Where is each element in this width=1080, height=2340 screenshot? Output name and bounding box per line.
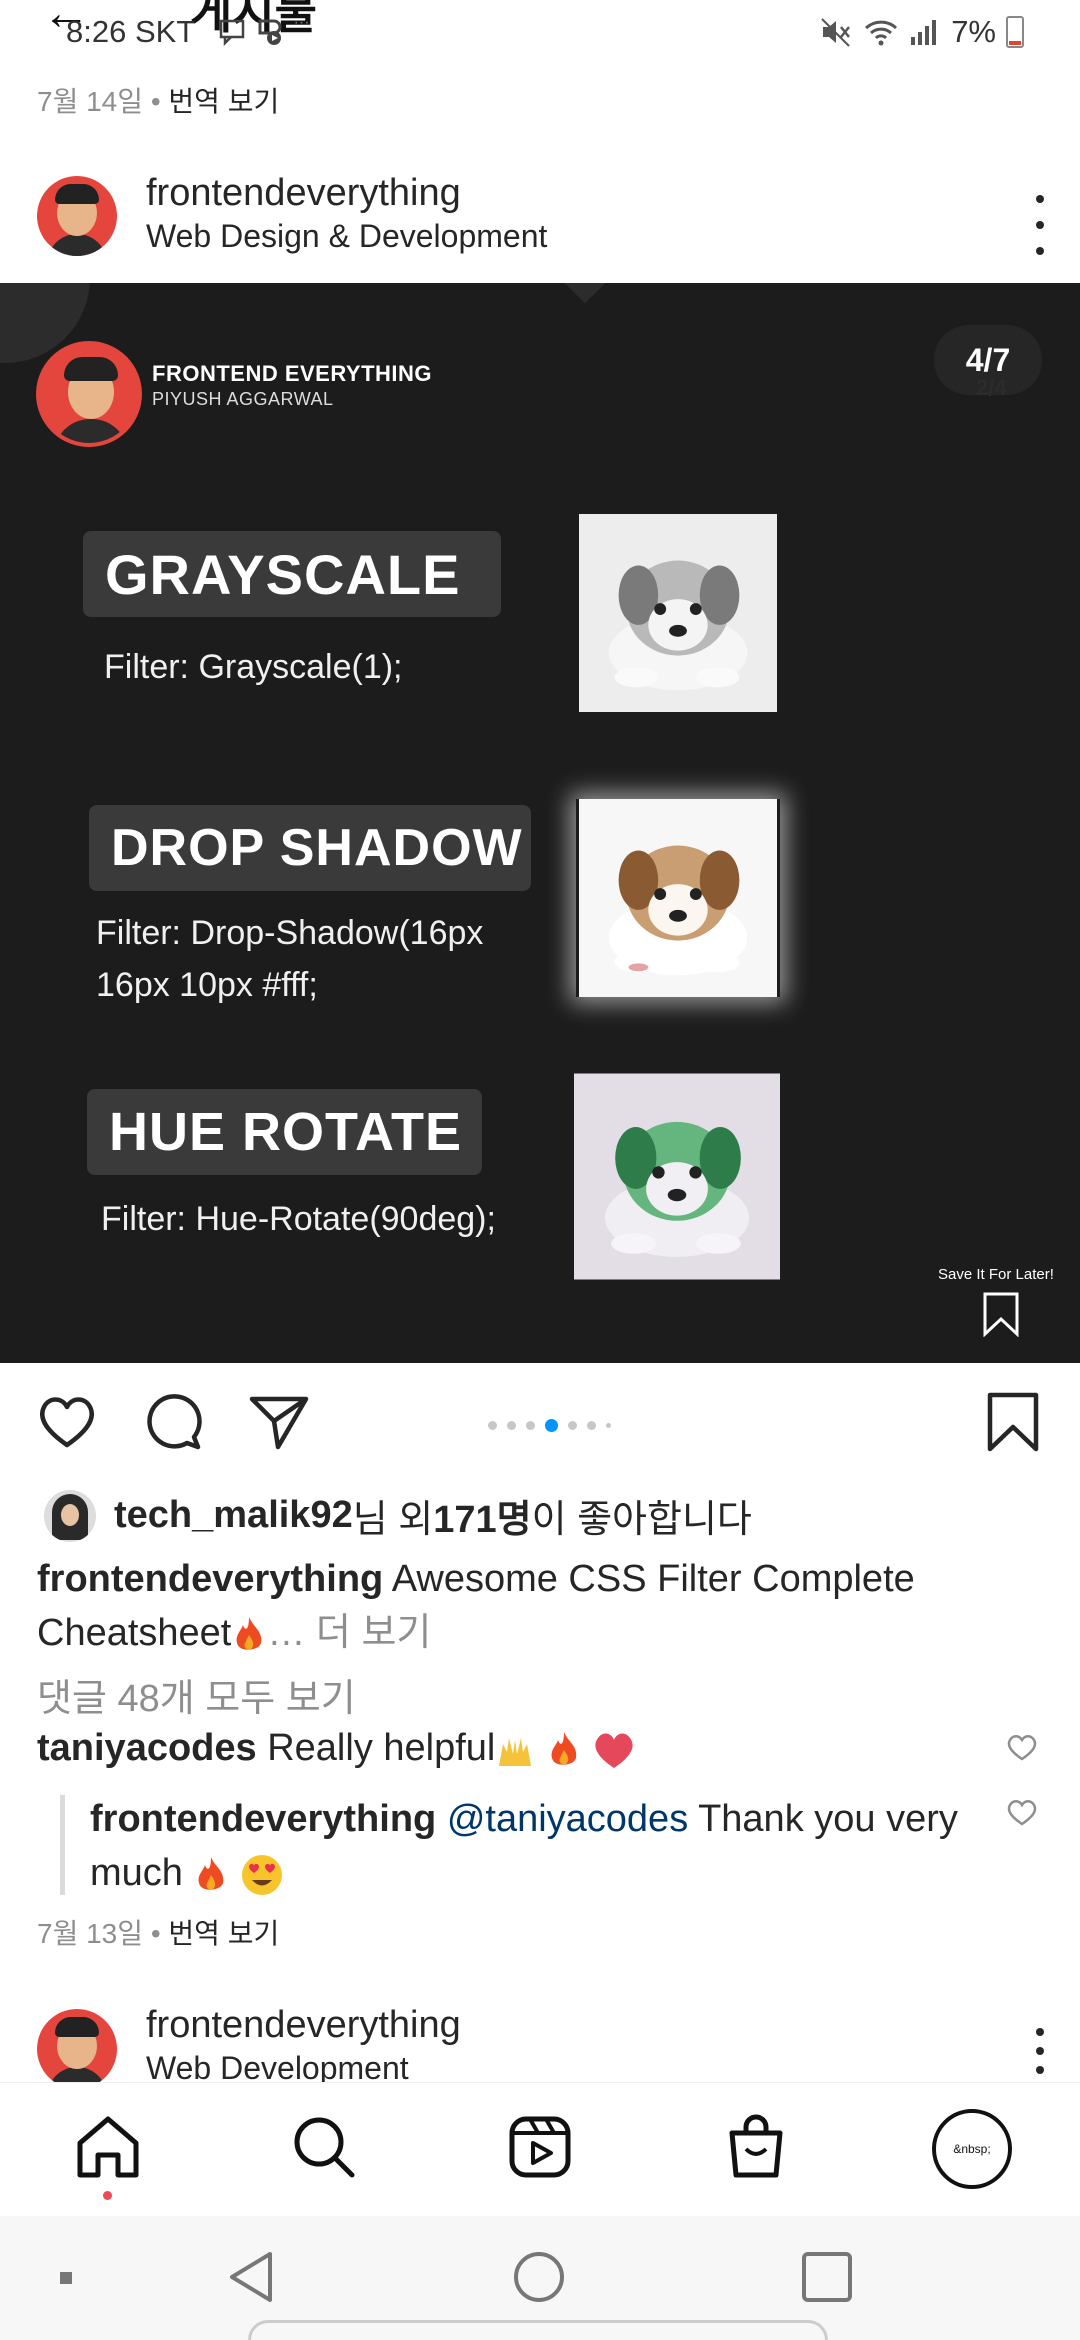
bottom-navigation: &nbsp; (0, 2082, 1080, 2216)
drop-shadow-desc-line2: 16px 10px #fff; (96, 966, 318, 1004)
back-icon[interactable] (226, 2250, 276, 2304)
battery-percent: 7% (951, 14, 996, 49)
raised-hands-emoji-icon (499, 1737, 532, 1766)
signal-icon (911, 20, 937, 45)
post-caption: frontendeverything Awesome CSS Filter Co… (37, 1552, 1037, 1660)
bookmark-icon (983, 1292, 1019, 1337)
avatar[interactable] (37, 2009, 117, 2082)
likes-summary[interactable]: tech_malik92 님 외 171명 이 좋아합니다 (44, 1488, 752, 1543)
reply-thread-line (60, 1795, 65, 1895)
battery-icon (1006, 16, 1024, 48)
post-username[interactable]: frontendeverything (146, 172, 461, 215)
gesture-handle (248, 2320, 828, 2340)
likes-count[interactable]: 171명 (433, 1488, 531, 1543)
likes-mid-text: 님 외 (352, 1499, 434, 1541)
fire-emoji-icon (199, 1856, 224, 1890)
drop-shadow-puppy-image (576, 799, 780, 997)
home-icon[interactable] (74, 2113, 142, 2181)
caption-username[interactable]: frontendeverything (37, 1558, 383, 1600)
next-post-header: frontendeverything Web Development (0, 1992, 1080, 2082)
carousel-page-counter: 4/7 (934, 325, 1042, 395)
recents-icon[interactable] (800, 2250, 854, 2304)
translate-link[interactable]: 번역 보기 (168, 1918, 279, 1949)
carousel-dot (606, 1423, 611, 1428)
status-right: 7% (819, 14, 1024, 50)
post-subtitle[interactable]: Web Design & Development (146, 218, 547, 255)
top-post-date: 7월 14일 • 번역 보기 (37, 80, 279, 120)
grayscale-puppy-image (579, 514, 777, 712)
hue-rotate-title: HUE ROTATE (87, 1089, 482, 1175)
like-heart-icon[interactable] (36, 1391, 98, 1453)
play-icon (258, 19, 282, 45)
reply-like-heart-icon[interactable] (1006, 1797, 1038, 1827)
comment-icon[interactable] (142, 1391, 204, 1453)
reply-username[interactable]: frontendeverything (90, 1798, 436, 1840)
hue-rotate-puppy-image (574, 1073, 780, 1280)
fire-emoji-icon (551, 1731, 577, 1765)
carrier-text: SKT (134, 14, 196, 49)
post-date: 7월 13일 • 번역 보기 (37, 1912, 279, 1952)
carousel-dot (507, 1421, 516, 1430)
status-bar: ← 게시물 8:26 SKT ··· 7% (0, 0, 1080, 62)
more-options-icon[interactable] (1030, 195, 1050, 255)
menu-square-icon[interactable] (58, 2270, 74, 2286)
save-bookmark-icon[interactable] (982, 1391, 1044, 1453)
liker-avatar (44, 1489, 96, 1542)
grayscale-title: GRAYSCALE (83, 531, 501, 617)
post-actions (0, 1383, 1080, 1463)
system-navigation-bar (0, 2216, 1080, 2340)
likes-suffix: 이 좋아합니다 (531, 1499, 752, 1541)
red-heart-emoji-icon (595, 1733, 634, 1768)
share-send-icon[interactable] (248, 1391, 310, 1453)
home-circle-icon[interactable] (512, 2250, 566, 2304)
status-notification-icons: ··· (218, 14, 310, 47)
reels-icon[interactable] (506, 2113, 574, 2181)
more-options-icon[interactable] (1030, 2028, 1050, 2074)
carousel-dot (568, 1421, 577, 1430)
slide-brand-name: FRONTEND EVERYTHING (152, 361, 433, 386)
save-later-text: Save It For Later! (938, 1266, 1054, 1283)
grayscale-desc: Filter: Grayscale(1); (104, 648, 403, 686)
next-post-username[interactable]: frontendeverything (146, 2004, 461, 2047)
home-notification-dot (103, 2191, 112, 2200)
chat-icon (219, 19, 245, 46)
date-separator: • (150, 86, 161, 117)
drop-shadow-desc-line1: Filter: Drop-Shadow(16px (96, 914, 484, 952)
comment-username[interactable]: taniyacodes (37, 1727, 257, 1769)
hue-rotate-desc: Filter: Hue-Rotate(90deg); (101, 1200, 496, 1238)
date-separator: • (150, 1918, 161, 1949)
carousel-dot-active (545, 1419, 558, 1432)
post-image-carousel[interactable]: FRONTEND EVERYTHING PIYUSH AGGARWAL 2/4 … (0, 283, 1080, 1363)
wifi-icon (865, 20, 898, 46)
post-header: frontendeverything Web Design & Developm… (0, 160, 1080, 270)
heart-eyes-emoji-icon (242, 1854, 283, 1895)
time-text: 8:26 (66, 14, 127, 49)
carousel-dot (587, 1421, 596, 1430)
comment-like-heart-icon[interactable] (1006, 1732, 1038, 1762)
mute-icon (821, 18, 851, 47)
status-time: 8:26 SKT (66, 14, 195, 50)
view-all-comments-link[interactable]: 댓글 48개 모두 보기 (37, 1667, 356, 1722)
drop-shadow-title: DROP SHADOW (89, 805, 531, 891)
date-text: 7월 13일 (37, 1918, 144, 1949)
translate-link[interactable]: 번역 보기 (168, 86, 279, 117)
shop-icon[interactable] (722, 2113, 790, 2181)
profile-tab-button[interactable]: &nbsp; (932, 2109, 1012, 2189)
search-icon[interactable] (290, 2113, 358, 2181)
comment-row: taniyacodes Really helpful (37, 1727, 636, 1770)
fire-emoji-icon (236, 1616, 262, 1650)
reply-row: frontendeverything @taniyacodes Thank yo… (90, 1792, 990, 1900)
carousel-dot (488, 1421, 497, 1430)
caption-more-link[interactable]: … 더 보기 (267, 1612, 431, 1654)
carousel-dots (488, 1419, 611, 1432)
avatar[interactable] (37, 176, 117, 256)
liker-username[interactable]: tech_malik92 (114, 1494, 353, 1537)
slide-brand-avatar (36, 341, 142, 447)
date-text: 7월 14일 (37, 86, 144, 117)
slide-brand-author: PIYUSH AGGARWAL (152, 389, 334, 409)
carousel-dot (526, 1421, 535, 1430)
comment-text: Really helpful (267, 1727, 496, 1769)
reply-mention[interactable]: @taniyacodes (447, 1798, 688, 1840)
next-post-subtitle[interactable]: Web Development (146, 2050, 409, 2082)
